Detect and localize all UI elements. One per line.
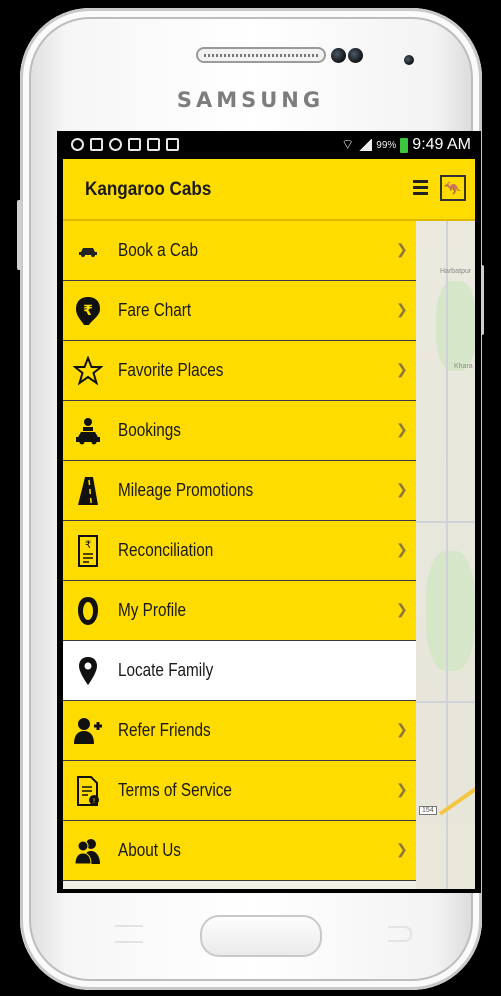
- app-header: Kangaroo Cabs 🦘: [63, 159, 475, 221]
- signal-icon: [358, 139, 373, 151]
- people-icon: [73, 834, 103, 868]
- image-icon: [90, 138, 103, 151]
- menu-item-book-a-cab[interactable]: Book a Cab ❯: [63, 221, 416, 281]
- add-person-icon: [73, 714, 103, 748]
- highway-shield: 154: [419, 806, 437, 815]
- app-title: Kangaroo Cabs: [85, 179, 212, 200]
- car-icon: [73, 234, 103, 268]
- gps-icon: [71, 138, 84, 151]
- check-icon: [109, 138, 122, 151]
- menu-item-mileage-promotions[interactable]: Mileage Promotions ❯: [63, 461, 416, 521]
- chevron-right-icon: ❯: [396, 481, 408, 497]
- clipboard-icon: [166, 138, 179, 151]
- menu-item-favorite-places[interactable]: Favorite Places ❯: [63, 341, 416, 401]
- receipt-icon: ₹: [73, 534, 103, 568]
- chevron-right-icon: ❯: [396, 421, 408, 437]
- menu-item-bookings[interactable]: Bookings ❯: [63, 401, 416, 461]
- status-right: ⌔ 99% 9:49 AM: [341, 136, 471, 154]
- menu-item-label: Reconciliation: [118, 540, 214, 560]
- screen: ⌔ 99% 9:49 AM Harbatpur Khara 154 Kangar…: [57, 131, 481, 893]
- front-camera: [331, 48, 346, 63]
- kangaroo-logo-icon[interactable]: 🦘: [440, 175, 466, 201]
- hamburger-menu-icon[interactable]: [413, 180, 428, 196]
- menu-key[interactable]: [115, 925, 143, 943]
- rupee-icon: ₹: [73, 294, 103, 328]
- menu-item-label: Book a Cab: [118, 240, 198, 260]
- map-highway: [438, 786, 475, 816]
- menu-item-fare-chart[interactable]: ₹ Fare Chart ❯: [63, 281, 416, 341]
- map-pin-icon: [73, 654, 103, 688]
- proximity-sensor: [404, 55, 414, 65]
- map-road: [446, 221, 448, 889]
- app-window: Harbatpur Khara 154 Kangaroo Cabs 🦘 Book…: [63, 159, 475, 889]
- device-brand: SAMSUNG: [176, 88, 325, 112]
- map-view[interactable]: Harbatpur Khara 154: [416, 221, 475, 889]
- chevron-right-icon: ❯: [396, 541, 408, 557]
- notification-icons: [71, 138, 179, 151]
- road-icon: [73, 474, 103, 508]
- menu-item-terms-of-service[interactable]: ! Terms of Service ❯: [63, 761, 416, 821]
- menu-item-locate-family[interactable]: Locate Family: [63, 641, 416, 701]
- battery-percent: 99%: [376, 139, 397, 151]
- sensor: [348, 48, 363, 63]
- chevron-right-icon: ❯: [396, 301, 408, 317]
- menu-item-reconciliation[interactable]: ₹ Reconciliation ❯: [63, 521, 416, 581]
- menu-item-label: Refer Friends: [118, 720, 211, 740]
- clipboard-icon: [147, 138, 160, 151]
- menu-item-label: Favorite Places: [118, 360, 224, 380]
- map-road: [416, 521, 475, 523]
- document-icon: !: [73, 774, 103, 808]
- status-bar: ⌔ 99% 9:49 AM: [63, 134, 475, 159]
- chevron-right-icon: ❯: [396, 841, 408, 857]
- map-label: Harbatpur: [440, 268, 472, 275]
- svg-text:!: !: [93, 797, 96, 805]
- menu-item-label: My Profile: [118, 600, 187, 620]
- map-park: [426, 551, 475, 671]
- svg-text:₹: ₹: [83, 303, 93, 319]
- volume-button: [17, 200, 22, 270]
- chevron-right-icon: ❯: [396, 241, 408, 257]
- chevron-right-icon: ❯: [396, 721, 408, 737]
- svg-text:₹: ₹: [85, 540, 91, 551]
- nav-drawer: Book a Cab ❯ ₹ Fare Chart ❯ Favorite Pla…: [63, 221, 416, 881]
- menu-item-refer-friends[interactable]: Refer Friends ❯: [63, 701, 416, 761]
- back-key[interactable]: [388, 926, 412, 942]
- sdcard-icon: [128, 138, 141, 151]
- menu-item-label: Mileage Promotions: [118, 480, 254, 500]
- menu-item-label: Terms of Service: [118, 780, 232, 800]
- chevron-right-icon: ❯: [396, 781, 408, 797]
- map-label: Khara: [454, 363, 473, 370]
- profile-icon: [73, 594, 103, 628]
- menu-item-about-us[interactable]: About Us ❯: [63, 821, 416, 881]
- map-road: [416, 701, 475, 703]
- menu-item-label: Locate Family: [118, 660, 214, 680]
- earpiece-speaker: [196, 47, 326, 63]
- map-park: [436, 281, 475, 371]
- home-button[interactable]: [200, 915, 322, 957]
- menu-item-label: Bookings: [118, 420, 181, 440]
- chevron-right-icon: ❯: [396, 601, 408, 617]
- clock: 9:49 AM: [412, 136, 471, 153]
- chevron-right-icon: ❯: [396, 361, 408, 377]
- menu-item-label: About Us: [118, 840, 181, 860]
- passenger-car-icon: [73, 414, 103, 448]
- star-icon: [73, 354, 103, 388]
- menu-item-label: Fare Chart: [118, 300, 192, 320]
- menu-item-my-profile[interactable]: My Profile ❯: [63, 581, 416, 641]
- battery-icon: [400, 137, 409, 153]
- wifi-icon: ⌔: [341, 136, 355, 152]
